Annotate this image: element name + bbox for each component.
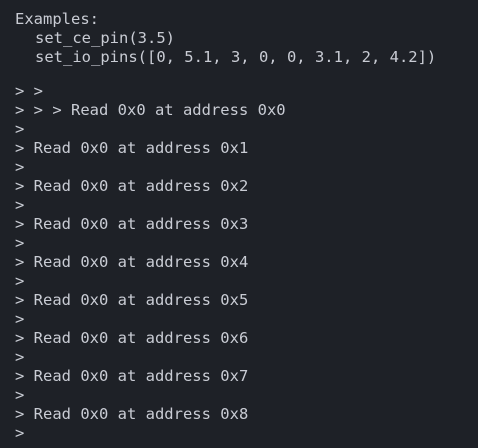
output-line: > — [15, 234, 25, 252]
output-line: > Read 0x0 at address 0x6 — [15, 329, 249, 347]
output-line: > — [15, 158, 25, 176]
output-line: > Read 0x0 at address 0x5 — [15, 291, 249, 309]
output-line: > Read 0x0 at address 0x3 — [15, 215, 249, 233]
output-line: > — [15, 386, 25, 404]
prompt-line[interactable]: > — [15, 424, 475, 443]
output-line: > — [15, 196, 25, 214]
example-line: set_io_pins([0, 5.1, 3, 0, 0, 3.1, 2, 4.… — [35, 48, 437, 66]
output-line: > Read 0x0 at address 0x8 — [15, 405, 249, 423]
output-line: > > > Read 0x0 at address 0x0 — [15, 101, 286, 119]
output-line: > > — [15, 82, 43, 100]
output-line: > Read 0x0 at address 0x1 — [15, 139, 249, 157]
examples-header: Examples: — [15, 10, 99, 28]
output-line: > Read 0x0 at address 0x7 — [15, 367, 249, 385]
terminal-output[interactable]: Examples: set_ce_pin(3.5) set_io_pins([0… — [15, 10, 475, 443]
example-line: set_ce_pin(3.5) — [35, 29, 175, 47]
output-line: > — [15, 310, 25, 328]
output-line: > — [15, 272, 25, 290]
output-line: > — [15, 348, 25, 366]
output-line: > — [15, 120, 25, 138]
output-line: > Read 0x0 at address 0x2 — [15, 177, 249, 195]
output-line: > Read 0x0 at address 0x4 — [15, 253, 249, 271]
blank-gap — [15, 67, 475, 82]
